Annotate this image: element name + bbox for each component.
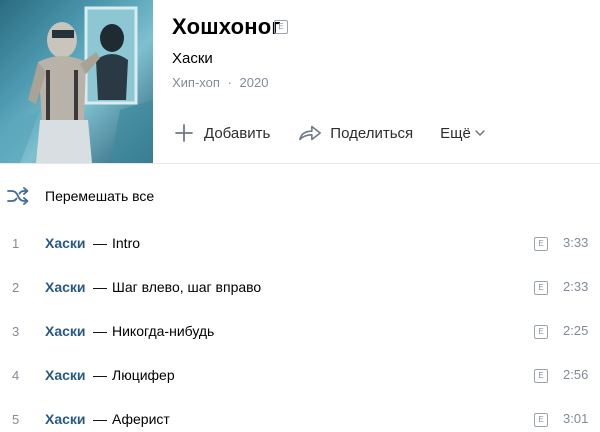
track-duration: 2:25 [563,323,589,338]
share-button[interactable]: Поделиться [298,121,413,145]
track-dash: — [93,367,107,383]
track-duration: 2:33 [563,279,589,294]
plus-icon [172,121,196,145]
track-dash: — [93,323,107,339]
track-number: 4 [12,368,20,383]
header-divider [0,163,600,164]
track-dash: — [93,411,107,427]
shuffle-label: Перемешать все [45,188,155,204]
share-button-label: Поделиться [330,124,414,142]
track-number: 5 [12,412,20,427]
album-year: 2020 [239,75,269,90]
album-artist-link[interactable]: Хаски [172,50,213,67]
track-row[interactable]: 1 Хаски — Intro E 3:33 [0,232,600,256]
track-row[interactable]: 3 Хаски — Никогда-нибудь E 2:25 [0,320,600,344]
explicit-badge: E [534,325,548,339]
track-duration: 3:33 [563,235,589,250]
track-number: 1 [12,236,20,251]
track-artist-link[interactable]: Хаски [45,235,86,251]
cover-art-image [0,6,153,163]
album-cover[interactable] [0,0,153,163]
track-number: 3 [12,324,20,339]
chevron-down-icon [475,128,485,138]
album-actions: Добавить Поделиться Ещё [172,121,485,145]
track-dash: — [93,279,107,295]
track-title[interactable]: Никогда-нибудь [112,323,214,339]
track-duration: 3:01 [563,411,589,426]
add-button[interactable]: Добавить [172,121,270,145]
track-artist-link[interactable]: Хаски [45,367,86,383]
track-title[interactable]: Шаг влево, шаг вправо [112,279,261,295]
explicit-badge: E [534,413,548,427]
album-title: Хошхоног [172,14,281,39]
track-row[interactable]: 2 Хаски — Шаг влево, шаг вправо E 2:33 [0,276,600,300]
track-dash: — [93,235,107,251]
explicit-badge: E [274,20,288,34]
album-genre[interactable]: Хип-хоп [172,75,220,90]
shuffle-all-button[interactable]: Перемешать все [0,184,154,208]
track-artist-link[interactable]: Хаски [45,323,86,339]
more-button-label: Ещё [440,124,471,142]
track-title[interactable]: Intro [112,235,140,251]
meta-separator: · [227,75,232,90]
track-row[interactable]: 4 Хаски — Люцифер E 2:56 [0,364,600,388]
shuffle-icon [6,184,30,208]
track-artist-link[interactable]: Хаски [45,279,86,295]
share-arrow-icon [298,121,322,145]
explicit-badge: E [534,281,548,295]
track-artist-link[interactable]: Хаски [45,411,86,427]
track-title[interactable]: Аферист [112,411,170,427]
track-row[interactable]: 5 Хаски — Аферист E 3:01 [0,408,600,432]
track-duration: 2:56 [563,367,589,382]
album-meta: Хип-хоп · 2020 [172,75,268,90]
album-header: Хошхоног E Хаски Хип-хоп · 2020 Добавить… [0,0,600,163]
add-button-label: Добавить [204,124,271,142]
track-number: 2 [12,280,20,295]
track-title[interactable]: Люцифер [112,367,175,383]
explicit-badge: E [534,237,548,251]
explicit-badge: E [534,369,548,383]
more-button[interactable]: Ещё [440,125,485,142]
